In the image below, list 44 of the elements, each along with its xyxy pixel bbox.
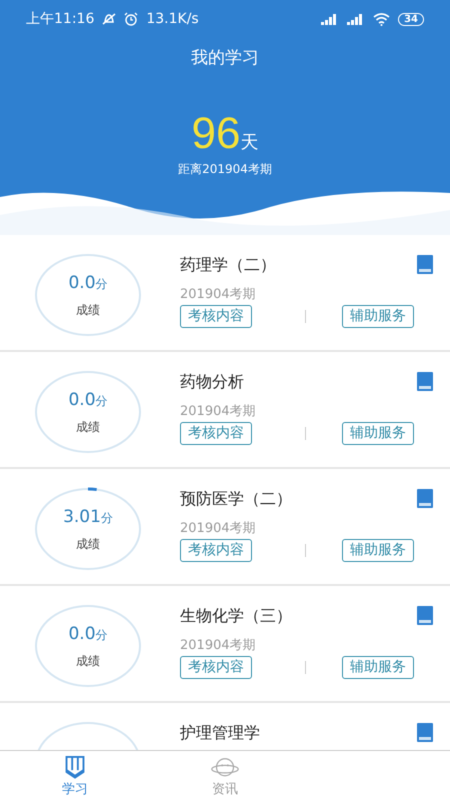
- support-service-button[interactable]: 辅助服务: [342, 305, 414, 328]
- days-unit: 天: [240, 132, 258, 152]
- score-label: 成绩: [76, 652, 100, 670]
- exam-content-button[interactable]: 考核内容: [180, 305, 252, 328]
- score-label: 成绩: [76, 536, 100, 553]
- wifi-icon: [373, 12, 390, 26]
- status-time: 上午11:16: [26, 10, 94, 28]
- alarm-icon: [124, 12, 138, 26]
- book-icon[interactable]: [417, 255, 433, 274]
- page-title: 我的学习: [190, 47, 260, 70]
- course-name: 药物分析: [180, 371, 244, 393]
- score-value: 0.0分: [68, 623, 108, 646]
- score-label: 成绩: [76, 418, 100, 436]
- exam-period: 201904考期: [180, 637, 256, 655]
- tab[interactable]: 资讯: [150, 751, 300, 800]
- countdown-days: 96: [192, 108, 240, 158]
- mute-icon: [102, 12, 116, 26]
- exam-content-button[interactable]: 考核内容: [180, 422, 252, 445]
- exam-period: 201904考期: [180, 520, 256, 538]
- book-icon[interactable]: [417, 606, 433, 625]
- support-service-button[interactable]: 辅助服务: [342, 539, 414, 562]
- tab[interactable]: 学习: [0, 751, 150, 800]
- score-value: 0.0分: [68, 389, 108, 412]
- book-icon[interactable]: [417, 372, 433, 391]
- battery-indicator: 34: [398, 12, 424, 26]
- exam-content-button[interactable]: 考核内容: [180, 539, 252, 562]
- course-name: 生物化学（三）: [180, 605, 292, 627]
- score-label: 成绩: [76, 302, 100, 319]
- course-name: 预防医学（二）: [180, 488, 292, 510]
- book-icon[interactable]: [417, 723, 433, 742]
- exam-content-button[interactable]: 考核内容: [180, 656, 252, 679]
- network-speed: 13.1K/s: [146, 10, 199, 28]
- score-value: 0.0分: [68, 272, 108, 296]
- course-name: 药理学（二）: [180, 254, 276, 276]
- exam-period: 201904考期: [180, 403, 256, 421]
- course-name: 护理管理学: [180, 722, 260, 744]
- support-service-button[interactable]: 辅助服务: [342, 422, 414, 445]
- exam-period: 201904考期: [180, 286, 256, 304]
- countdown-caption: 距离201904考期: [178, 162, 272, 176]
- support-service-button[interactable]: 辅助服务: [342, 656, 414, 679]
- score-value: 3.01分: [63, 506, 113, 530]
- book-icon[interactable]: [417, 489, 433, 508]
- pencil-icon: [63, 755, 87, 780]
- planet-face-icon: [210, 755, 240, 780]
